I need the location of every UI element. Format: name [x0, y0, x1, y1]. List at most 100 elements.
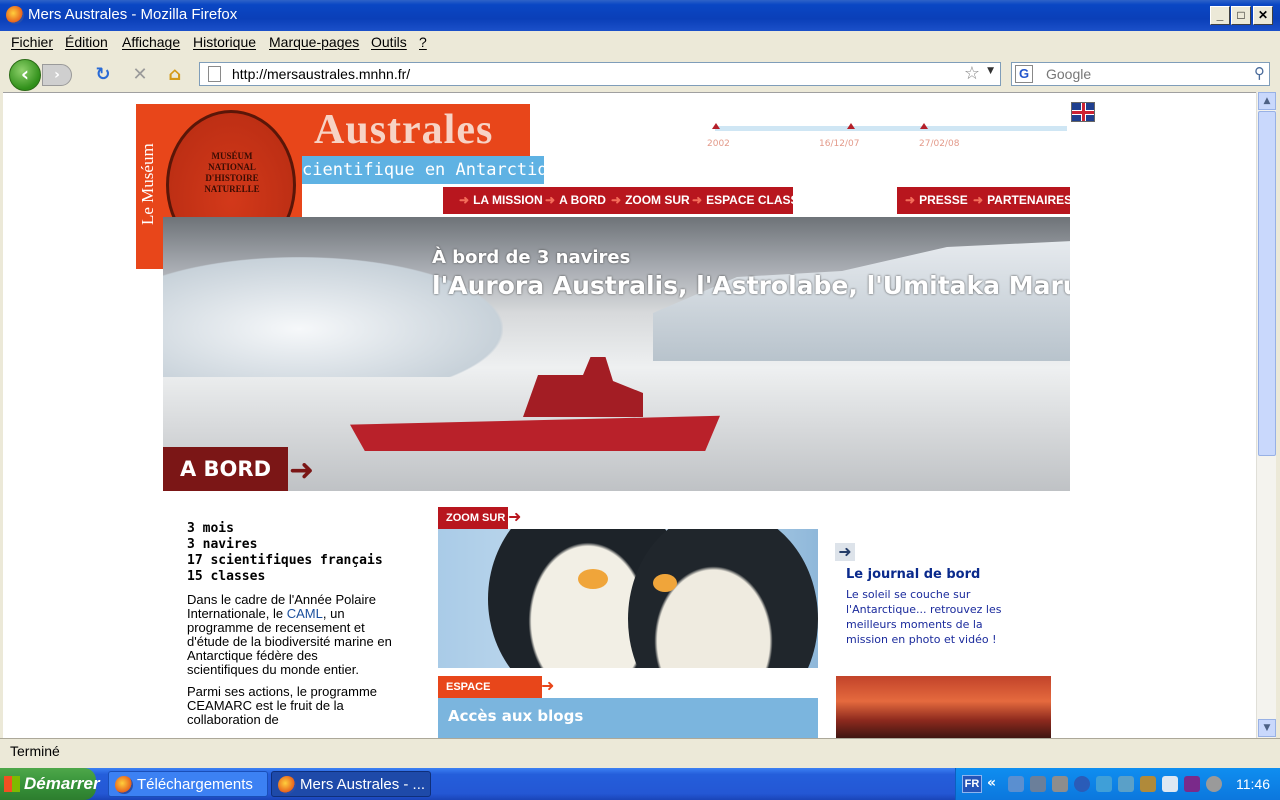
- menu-help[interactable]: ?: [419, 34, 427, 50]
- system-tray: FR « 11:46: [955, 768, 1280, 800]
- tray-monitor-icon[interactable]: [1162, 776, 1178, 792]
- start-button[interactable]: Démarrer: [0, 768, 100, 800]
- main-nav: ➜ LA MISSION ➜ A BORD ➜ ZOOM SUR ➜ ESPACE CL…: [443, 187, 815, 214]
- bookmark-star-icon[interactable]: ☆: [964, 63, 980, 84]
- site-page: Le Muséum MUSÉUM NATIONAL D'HISTOIRE NAT…: [3, 93, 1256, 738]
- iceberg-right: [653, 241, 1070, 361]
- firefox-icon: [6, 6, 24, 24]
- status-text: Terminé: [10, 743, 60, 759]
- close-button[interactable]: ✕: [1253, 6, 1273, 25]
- timeline-label: 2002: [707, 139, 730, 149]
- arrow-right-icon: ➜: [508, 507, 522, 526]
- vertical-scrollbar[interactable]: ▲ ▼: [1256, 92, 1276, 738]
- search-engine-icon[interactable]: G: [1015, 65, 1033, 83]
- mission-timeline[interactable]: 2002 16/12/07 27/02/08: [705, 123, 1070, 153]
- firefox-window: Mers Australes - Mozilla Firefox _ □ ✕ F…: [0, 0, 1280, 768]
- tray-app-icon[interactable]: [1118, 776, 1134, 792]
- tray-app-icon[interactable]: [1096, 776, 1112, 792]
- hero-caption-large: l'Aurora Australis, l'Astrolabe, l'Umita…: [432, 271, 1070, 300]
- tray-printer-icon[interactable]: [1052, 776, 1068, 792]
- museum-vertical-label: Le Muséum: [138, 143, 157, 225]
- fact-line: 17 scientifiques français: [187, 553, 383, 568]
- scroll-down-icon[interactable]: ▼: [1258, 719, 1276, 737]
- maximize-button[interactable]: □: [1231, 6, 1251, 25]
- title-bar: Mers Australes - Mozilla Firefox _ □ ✕: [0, 0, 1280, 31]
- scroll-thumb[interactable]: [1258, 111, 1276, 456]
- intro-paragraph: Dans le cadre de l'Année Polaire Interna…: [187, 592, 392, 677]
- firefox-icon: [115, 776, 133, 794]
- nav-espace-classes[interactable]: ➜ ESPACE CLASSES: [692, 193, 815, 207]
- journal-arrow-icon[interactable]: ➜: [835, 543, 855, 561]
- windows-logo-icon: [4, 776, 20, 792]
- arrow-right-icon: ➜: [541, 676, 555, 695]
- url-bar[interactable]: http://mersaustrales.mnhn.fr/ ☆ ▼: [199, 62, 1001, 86]
- ship-superstructure: [523, 357, 643, 417]
- timeline-marker[interactable]: [712, 123, 720, 129]
- task-telechargements[interactable]: Téléchargements: [108, 771, 268, 797]
- menu-historique[interactable]: Historique: [193, 34, 256, 50]
- tray-volume-icon[interactable]: [1206, 776, 1222, 792]
- scroll-up-icon[interactable]: ▲: [1258, 92, 1276, 110]
- timeline-marker[interactable]: [847, 123, 855, 129]
- caml-link[interactable]: CAML: [287, 606, 323, 621]
- url-dropdown-icon[interactable]: ▼: [987, 66, 994, 76]
- penguin-image[interactable]: [438, 529, 818, 668]
- fact-line: 3 navires: [187, 537, 258, 552]
- arrow-right-icon: ➜: [289, 453, 315, 488]
- site-subtitle: cientifique en Antarctique: [302, 160, 569, 180]
- fact-line: 15 classes: [187, 569, 266, 584]
- search-bar[interactable]: G Google ⚲: [1011, 62, 1270, 86]
- timeline-bar: [715, 126, 1067, 131]
- zoom-sur-label[interactable]: ZOOM SUR: [438, 507, 508, 529]
- menu-edition[interactable]: Édition: [65, 34, 108, 50]
- ceamarc-paragraph: Parmi ses actions, le programme CEAMARC …: [187, 684, 378, 727]
- menu-affichage[interactable]: Affichage: [122, 34, 180, 50]
- menu-outils[interactable]: Outils: [371, 34, 407, 50]
- nav-a-bord[interactable]: ➜ A BORD: [545, 193, 606, 207]
- site-title-box: Australes: [302, 104, 530, 156]
- home-icon[interactable]: ⌂: [164, 65, 186, 87]
- site-title: Australes: [314, 107, 494, 153]
- clock[interactable]: 11:46: [1236, 776, 1270, 792]
- journal-title[interactable]: Le journal de bord: [846, 567, 980, 582]
- blogs-banner[interactable]: Accès aux blogs: [438, 698, 818, 738]
- search-input[interactable]: Google: [1046, 66, 1091, 82]
- sunset-image[interactable]: [836, 676, 1051, 738]
- search-icon[interactable]: ⚲: [1254, 64, 1265, 82]
- nav-la-mission[interactable]: ➜ LA MISSION: [459, 193, 543, 207]
- window-title: Mers Australes - Mozilla Firefox: [28, 6, 238, 23]
- task-mers-australes[interactable]: Mers Australes - ...: [271, 771, 431, 797]
- language-indicator[interactable]: FR: [962, 775, 982, 793]
- menu-bar: Fichier Édition Affichage Historique Mar…: [0, 31, 1280, 55]
- english-flag-icon[interactable]: [1071, 102, 1095, 122]
- hero-caption-small: À bord de 3 navires: [432, 247, 631, 268]
- back-button[interactable]: ‹: [9, 59, 41, 91]
- nav-partenaires[interactable]: ➜ PARTENAIRES: [973, 193, 1072, 207]
- minimize-button[interactable]: _: [1210, 6, 1230, 25]
- tray-app-icon[interactable]: [1140, 776, 1156, 792]
- menu-fichier[interactable]: Fichier: [11, 34, 53, 50]
- nav-presse[interactable]: ➜ PRESSE: [905, 193, 968, 207]
- firefox-icon: [278, 776, 296, 794]
- reload-icon[interactable]: ↻: [92, 65, 114, 87]
- hero-banner[interactable]: À bord de 3 navires l'Aurora Australis, …: [163, 217, 1070, 491]
- tray-app-icon[interactable]: [1030, 776, 1046, 792]
- timeline-marker[interactable]: [920, 123, 928, 129]
- menu-marque-pages[interactable]: Marque-pages: [269, 34, 359, 50]
- timeline-label: 27/02/08: [919, 139, 960, 149]
- tray-network-icon[interactable]: [1008, 776, 1024, 792]
- nav-zoom-sur[interactable]: ➜ ZOOM SUR: [611, 193, 690, 207]
- status-bar: Terminé: [0, 738, 1280, 764]
- forward-button[interactable]: ›: [42, 64, 72, 86]
- tray-expand-icon[interactable]: «: [987, 775, 1003, 791]
- a-bord-tag[interactable]: A BORD: [163, 447, 288, 491]
- seal-text: MUSÉUM NATIONAL D'HISTOIRE NATURELLE: [204, 151, 260, 194]
- secondary-nav: ➜ PRESSE ➜ PARTENAIRES: [897, 187, 1072, 214]
- espace-classes-label[interactable]: ESPACE CLASSES: [438, 676, 542, 715]
- url-text[interactable]: http://mersaustrales.mnhn.fr/: [232, 66, 410, 82]
- blogs-label: Accès aux blogs: [448, 707, 584, 725]
- tray-app-icon[interactable]: [1184, 776, 1200, 792]
- tray-app-icon[interactable]: [1074, 776, 1090, 792]
- stop-icon[interactable]: ✕: [129, 65, 151, 87]
- timeline-label: 16/12/07: [819, 139, 860, 149]
